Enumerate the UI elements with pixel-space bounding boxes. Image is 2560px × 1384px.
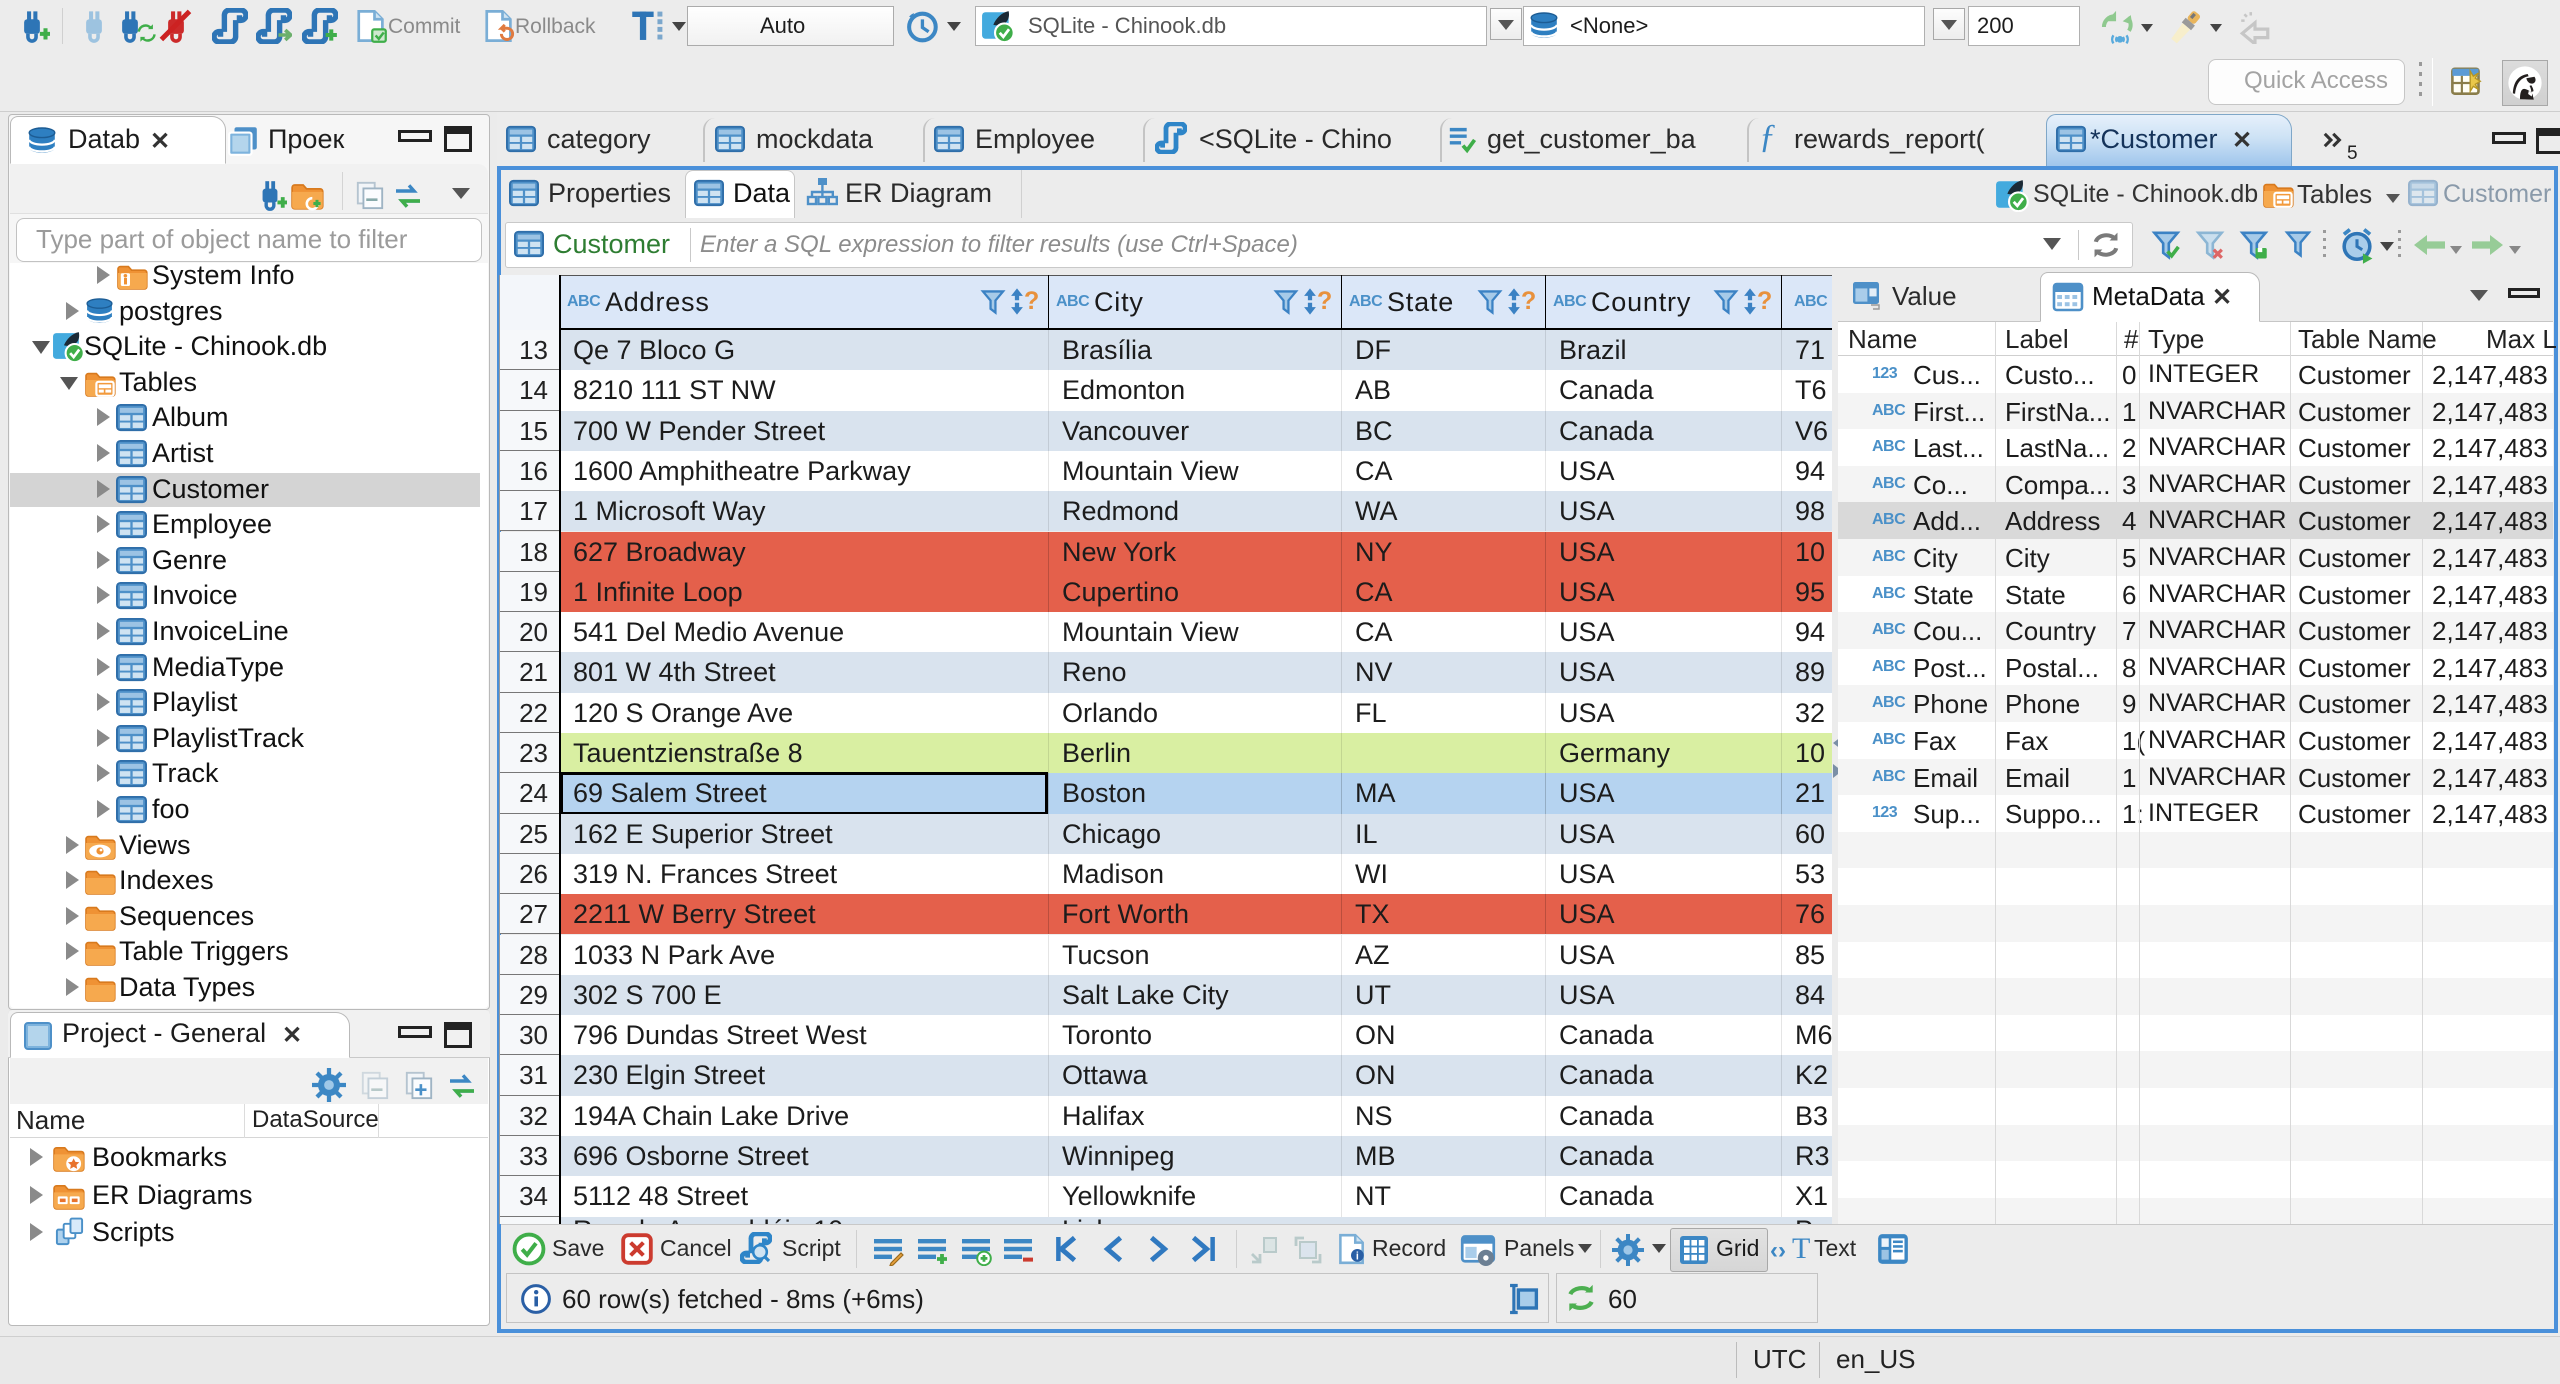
svg-text:i: i (1356, 1251, 1359, 1263)
